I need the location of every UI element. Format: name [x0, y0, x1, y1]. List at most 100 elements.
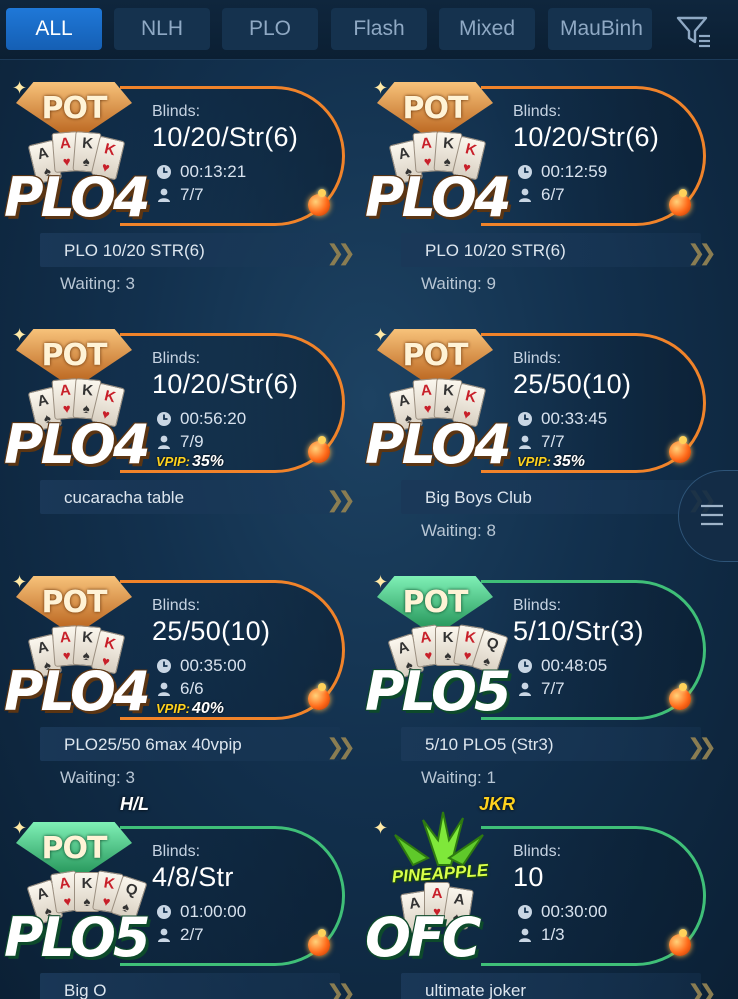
card-rank: K [442, 381, 455, 400]
card-rank: K [81, 134, 94, 153]
game-badge: ✦ POT A ♠ A ♥ K ♠ K ♥ Q ♠ PLO5 [363, 572, 523, 723]
table-timer: 00:30:00 [517, 902, 607, 922]
pot-word: POT [41, 584, 108, 620]
table-card[interactable]: ✦ POT A ♠ A ♥ K ♠ K ♥ PLO4 Blinds: 25/50(10) 00… [0, 572, 356, 787]
card-rank: A [395, 638, 412, 658]
table-card[interactable]: ✦ POT A ♠ A ♥ K ♠ K ♥ PLO4 Blinds: 25/50(10) 00… [361, 325, 717, 540]
table-card[interactable]: ✦ POT A ♠ A ♥ K ♠ K ♥ PLO4 Blinds: 10/20/Str(6)… [0, 78, 356, 293]
pot-word: POT [41, 337, 108, 373]
timer-value: 00:48:05 [541, 656, 608, 675]
waiting-count: Waiting: 1 [421, 768, 496, 787]
timer-value: 00:13:21 [180, 162, 247, 181]
game-badge: ✦ POT A ♠ A ♥ K ♠ K ♥ PLO4 [2, 572, 162, 723]
pot-word: POT [41, 90, 108, 126]
sparkle-icon: ✦ [373, 818, 389, 838]
clock-icon [157, 659, 171, 673]
table-name: PLO 10/20 STR(6) [401, 233, 701, 267]
filter-icon[interactable] [672, 10, 716, 50]
chevron-right-icon: ❯❯ [326, 734, 356, 759]
card-rank: K [81, 628, 94, 647]
vpip-badge: VPIP: 35% [517, 453, 585, 471]
players-value: 7/9 [180, 432, 204, 451]
players-value: 7/7 [541, 432, 565, 451]
fire-orb-icon [308, 929, 330, 956]
card-rank: K [81, 381, 94, 400]
game-type-label: PLO4 [4, 413, 151, 476]
game-badge: ✦ POT A ♠ A ♥ K ♠ K ♥ PLO4 [363, 325, 523, 476]
tab-plo[interactable]: PLO [222, 8, 318, 50]
hi-lo-tag: H/L [120, 794, 149, 814]
players-value: 7/7 [180, 185, 204, 204]
card-rank: K [102, 140, 118, 160]
person-icon [158, 928, 170, 942]
blinds-label: Blinds: [513, 350, 562, 367]
blinds-label: Blinds: [513, 103, 562, 120]
vpip-value: 40% [191, 700, 224, 717]
timer-value: 00:35:00 [180, 656, 247, 675]
table-name: PLO 10/20 STR(6) [40, 233, 340, 267]
card-rank: A [396, 144, 412, 164]
pot-word: POT [402, 90, 469, 126]
table-card[interactable]: ✦ POT A ♠ A ♥ K ♠ K ♥ PLO4 Blinds: 10/20/Str(6)… [361, 78, 717, 293]
card-rank: K [102, 874, 117, 893]
game-type-label: OFC [365, 906, 481, 969]
person-icon [519, 188, 531, 202]
person-icon [519, 682, 531, 696]
chevron-right-icon: ❯❯ [326, 487, 356, 512]
timer-value: 01:00:00 [180, 902, 247, 921]
card-rank: K [463, 140, 479, 160]
table-name: cucaracha table [40, 480, 340, 514]
waiting-count: Waiting: 3 [60, 768, 135, 787]
table-timer: 00:35:00 [156, 656, 246, 676]
game-type-label: PLO4 [365, 413, 512, 476]
table-card[interactable]: ✦ POT A ♠ A ♥ K ♠ K ♥ Q ♠ PLO5 Blinds: 4/8/Str 01… [0, 794, 356, 999]
card-rank: A [59, 381, 72, 400]
game-type-label: PLO4 [365, 166, 512, 229]
table-card[interactable]: ✦ PINEAPPLE A ♠ A ♥ A ♠ OFC Blinds: 10 00:30:… [361, 794, 717, 999]
tab-flash[interactable]: Flash [331, 8, 427, 50]
game-type-label: PLO4 [4, 660, 151, 723]
pot-word: POT [41, 830, 108, 866]
timer-value: 00:12:59 [541, 162, 608, 181]
game-filter-tabbar: ALL NLH PLO Flash Mixed MauBinh [0, 0, 738, 60]
chevron-right-icon: ❯❯ [687, 980, 717, 999]
card-rank: A [35, 638, 51, 658]
card-rank: K [463, 628, 478, 647]
table-timer: 00:56:20 [156, 409, 246, 429]
blinds-value: 10/20/Str(6) [152, 122, 299, 152]
tab-mixed[interactable]: Mixed [439, 8, 535, 50]
clock-icon [518, 659, 532, 673]
table-players: 2/7 [156, 925, 204, 945]
tab-nlh[interactable]: NLH [114, 8, 210, 50]
vpip-value: 35% [552, 453, 585, 470]
waiting-count: Waiting: 9 [421, 274, 496, 293]
card-rank: A [396, 391, 412, 411]
blinds-value: 10/20/Str(6) [513, 122, 660, 152]
table-timer: 00:48:05 [517, 656, 607, 676]
game-type-label: PLO4 [4, 166, 151, 229]
game-badge: ✦ PINEAPPLE A ♠ A ♥ A ♠ OFC [363, 811, 523, 969]
tab-all[interactable]: ALL [6, 8, 102, 50]
clock-icon [157, 412, 171, 426]
players-value: 6/6 [180, 679, 204, 698]
chevron-right-icon: ❯❯ [326, 980, 356, 999]
timer-value: 00:56:20 [180, 409, 247, 428]
blinds-label: Blinds: [152, 103, 201, 120]
blinds-label: Blinds: [152, 597, 201, 614]
person-icon [158, 188, 170, 202]
card-rank: K [81, 875, 93, 892]
table-timer: 00:13:21 [156, 162, 246, 182]
fire-orb-icon [669, 189, 691, 216]
table-card[interactable]: ✦ POT A ♠ A ♥ K ♠ K ♥ PLO4 Blinds: 10/20/Str(6)… [0, 325, 356, 540]
table-card[interactable]: ✦ POT A ♠ A ♥ K ♠ K ♥ Q ♠ PLO5 Blinds: 5/10/Str(3… [361, 572, 717, 787]
waiting-count: Waiting: 3 [60, 274, 135, 293]
table-players: 7/9 [156, 432, 204, 452]
fire-orb-icon [308, 683, 330, 710]
blinds-label: Blinds: [152, 350, 201, 367]
tab-maubinh[interactable]: MauBinh [548, 8, 652, 50]
blinds-value: 5/10/Str(3) [513, 616, 644, 646]
card-rank: A [418, 628, 433, 647]
card-rank: Q [123, 880, 140, 900]
table-name: Big Boys Club [401, 480, 701, 514]
blinds-label: Blinds: [513, 843, 562, 860]
